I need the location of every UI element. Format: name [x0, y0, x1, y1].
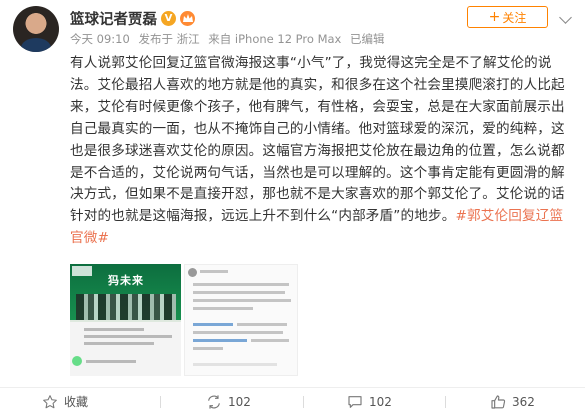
- text-line: [84, 342, 154, 345]
- comment-screenshot-thumbnail[interactable]: [184, 264, 298, 376]
- post-device: 来自 iPhone 12 Pro Max: [208, 32, 342, 46]
- name-row: 篮球记者贾磊 V: [70, 7, 195, 29]
- text-line: [193, 299, 291, 302]
- divider: [445, 396, 446, 408]
- text-line: [237, 323, 287, 326]
- text-line: [193, 347, 223, 350]
- poster-thumbnail[interactable]: 犸未来: [70, 264, 181, 376]
- text-line: [193, 291, 285, 294]
- follow-label: 关注: [502, 10, 527, 25]
- like-button[interactable]: 362: [490, 388, 535, 414]
- comment-icon: [348, 395, 362, 408]
- vip-crown-icon: [180, 10, 195, 26]
- comment-count: 102: [369, 394, 392, 409]
- post-header: 篮球记者贾磊 V 今天 09:10 发布于 浙江 来自 iPhone 12 Pr…: [0, 0, 585, 52]
- repost-button[interactable]: 102: [206, 388, 251, 414]
- edited-status[interactable]: 已编辑: [350, 32, 385, 46]
- reply-line: [193, 323, 233, 326]
- text-line: [84, 328, 144, 331]
- avatar-icon: [188, 268, 197, 277]
- text-line: [193, 363, 277, 366]
- text-line: [193, 331, 283, 334]
- text-line: [86, 360, 136, 363]
- text-line: [84, 335, 172, 338]
- reply-line: [193, 339, 247, 342]
- comment-button[interactable]: 102: [347, 388, 392, 414]
- logo-icon: [72, 266, 92, 276]
- favorite-button[interactable]: 收藏: [42, 388, 88, 414]
- thumbs-up-icon: [491, 394, 506, 409]
- like-count: 362: [512, 394, 535, 409]
- repost-count: 102: [228, 394, 251, 409]
- post-text: 有人说郭艾伦回复辽篮官微海报这事“小气”了，我觉得这完全是不了解艾伦的说法。艾伦…: [70, 55, 565, 225]
- post-meta: 今天 09:10 发布于 浙江 来自 iPhone 12 Pro Max 已编辑: [70, 31, 390, 47]
- avatar-icon: [72, 356, 82, 366]
- text-line: [193, 283, 289, 286]
- username[interactable]: 篮球记者贾磊: [70, 8, 157, 29]
- post-body: 有人说郭艾伦回复辽篮官微海报这事“小气”了，我觉得这完全是不了解艾伦的说法。艾伦…: [70, 53, 573, 250]
- divider: [303, 396, 304, 408]
- chevron-down-icon[interactable]: [559, 11, 572, 24]
- follow-button[interactable]: + 关注: [467, 6, 548, 28]
- action-bar: 收藏 102 102 362: [0, 387, 585, 414]
- poster-players: [76, 294, 176, 320]
- text-line: [251, 339, 289, 342]
- favorite-label: 收藏: [64, 395, 89, 409]
- divider: [160, 396, 161, 408]
- post-time[interactable]: 今天 09:10: [70, 32, 130, 46]
- post-location: 发布于 浙江: [138, 32, 200, 46]
- star-icon: [43, 394, 57, 408]
- avatar[interactable]: [13, 6, 59, 52]
- text-line: [200, 270, 228, 273]
- image-grid: 犸未来: [70, 264, 298, 376]
- verified-badge-icon: V: [161, 10, 176, 26]
- text-line: [193, 307, 253, 310]
- repost-icon: [208, 394, 220, 409]
- plus-icon: +: [488, 9, 501, 25]
- poster-banner-text: 犸未来: [108, 274, 144, 287]
